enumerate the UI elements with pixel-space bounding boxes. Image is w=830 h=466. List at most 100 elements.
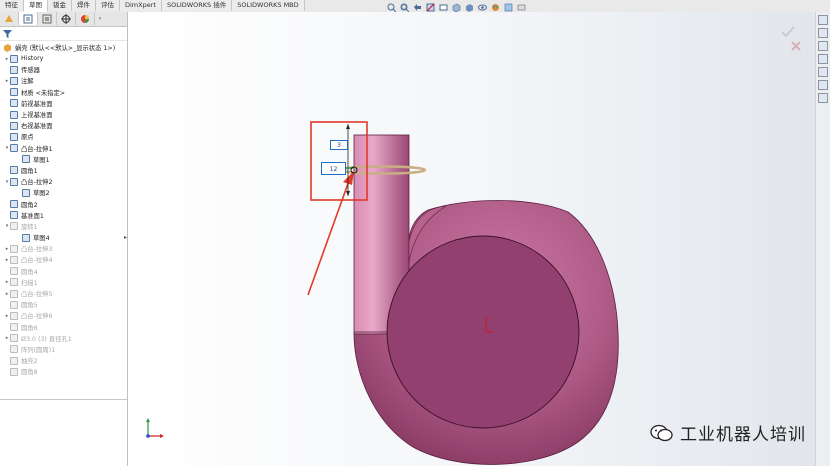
apply-scene-icon[interactable] (504, 3, 513, 12)
feature-icon (10, 144, 18, 153)
featuremanager-tab[interactable] (0, 12, 19, 25)
reference-triad-icon (142, 416, 168, 444)
hide-show-icon[interactable] (478, 3, 487, 12)
command-tab[interactable]: SOLIDWORKS 插件 (161, 0, 233, 11)
tree-item[interactable]: 圆角1 (0, 165, 127, 176)
tree-item[interactable]: ▸ 凸台-拉伸4 (0, 254, 127, 265)
displaymanager-tab[interactable] (76, 12, 95, 25)
feature-icon (10, 323, 18, 332)
view-palette-icon[interactable] (818, 54, 828, 64)
feature-icon (10, 110, 18, 119)
view-settings-icon[interactable] (517, 3, 526, 12)
design-library-icon[interactable] (818, 28, 828, 38)
tree-item-label: 扫描1 (21, 279, 38, 287)
part-icon (4, 43, 11, 52)
feature-icon (10, 65, 18, 74)
feature-icon (10, 267, 18, 276)
propertymanager-tab[interactable] (19, 12, 38, 25)
tree-item-label: 草图2 (33, 190, 50, 198)
tree-item[interactable]: 圆角8 (0, 366, 127, 377)
tree-item[interactable]: 圆角4 (0, 266, 127, 277)
command-tabs: 特征 草图 钣金 焊件 评估 DimXpert SOLIDWORKS 插件 SOLIDWORK… (0, 0, 305, 12)
feature-icon (10, 88, 18, 97)
tree-item[interactable]: 上视基准面 (0, 109, 127, 120)
tree-item-label: 凸台-拉伸5 (21, 291, 53, 299)
zoom-area-icon[interactable] (400, 3, 410, 13)
tree-item[interactable]: 阵列(圆周)1 (0, 344, 127, 355)
configurationmanager-tab[interactable] (38, 12, 57, 25)
command-tab[interactable]: 特征 (0, 0, 24, 11)
tree-item[interactable]: 抽壳2 (0, 355, 127, 366)
inlet-face[interactable] (386, 235, 580, 429)
tree-item[interactable]: 材质 <未指定> (0, 87, 127, 98)
solidworks-forum-icon[interactable] (818, 93, 828, 103)
tree-item[interactable]: ▸ Ø3.0 (3) 直径孔1 (0, 333, 127, 344)
tree-item[interactable]: 草图4 (0, 232, 127, 243)
tree-item-label: 凸台-拉伸6 (21, 313, 53, 321)
tree-item[interactable]: ▸ 凸台-拉伸6 (0, 310, 127, 321)
tree-item-label: 圆角5 (21, 302, 38, 310)
dimxpertmanager-tab[interactable] (57, 12, 76, 25)
confirmation-corner[interactable] (778, 24, 806, 52)
tree-item[interactable]: ▸ 注解 (0, 75, 127, 86)
command-tab[interactable]: 草图 (24, 0, 48, 12)
tree-item[interactable]: 草图1 (0, 154, 127, 165)
tree-item-label: 基准面1 (21, 212, 44, 220)
tree-item[interactable]: 圆角2 (0, 198, 127, 209)
solidworks-resources-icon[interactable] (818, 15, 828, 25)
tree-item[interactable]: ▾ 凸台-拉伸2 (0, 176, 127, 187)
dimension-upper[interactable]: 3 (330, 140, 348, 150)
view-orientation-icon[interactable] (452, 3, 461, 13)
model-canvas[interactable] (128, 12, 816, 466)
tree-item[interactable]: 草图2 (0, 187, 127, 198)
filter-icon[interactable] (3, 29, 12, 38)
previous-view-icon[interactable] (413, 3, 422, 12)
tree-item[interactable]: ▸ 凸台-拉伸5 (0, 288, 127, 299)
tree-item[interactable]: 圆角5 (0, 299, 127, 310)
feature-icon (10, 76, 18, 85)
feature-icon (10, 356, 18, 365)
tree-item-label: 抽壳2 (21, 358, 38, 366)
edit-appearance-icon[interactable] (491, 3, 500, 12)
tree-root-label: 蜗壳 (默认<<默认>_显示状态 1>) (15, 44, 116, 52)
tree-item[interactable]: 圆角6 (0, 322, 127, 333)
panel-splitter[interactable] (0, 399, 127, 400)
feature-icon (10, 200, 18, 209)
custom-properties-icon[interactable] (818, 80, 828, 90)
file-explorer-icon[interactable] (818, 41, 828, 51)
section-view-icon[interactable] (426, 3, 435, 12)
wechat-logo-icon (650, 424, 673, 441)
callout-arrow (307, 171, 354, 296)
tree-item[interactable]: 前视基准面 (0, 98, 127, 109)
feature-icon (10, 367, 18, 376)
tree-item[interactable]: ▸ History (0, 53, 127, 64)
appearances-icon[interactable] (818, 67, 828, 77)
tree-item[interactable]: 右视基准面 (0, 120, 127, 131)
tree-item[interactable]: ▾ 凸台-拉伸1 (0, 143, 127, 154)
tree-item[interactable]: 基准面1 (0, 210, 127, 221)
panel-collapse-arrow[interactable]: ▸ (124, 234, 127, 241)
tree-item-label: 材质 <未指定> (21, 89, 66, 97)
command-tab[interactable]: DimXpert (120, 0, 162, 11)
feature-icon (22, 155, 30, 164)
dimension-lower[interactable]: 12 (321, 162, 346, 175)
zoom-to-fit-icon[interactable] (387, 3, 397, 13)
tree-item[interactable]: ▸ 凸台-拉伸3 (0, 243, 127, 254)
command-tab[interactable]: 钣金 (48, 0, 72, 11)
graphics-area[interactable]: 3 12 (128, 12, 816, 466)
display-style-icon[interactable] (465, 3, 474, 12)
command-tab[interactable]: 焊件 (72, 0, 96, 11)
feature-tree: ▸ History 传感器 ▸ 注解 材质 <未指定> 前视基准面 上视基准面 右视基准面 原点 ▾… (0, 53, 127, 377)
tree-item-label: 注解 (21, 78, 34, 86)
filter-row[interactable] (0, 27, 127, 41)
tree-item-label: 原点 (21, 134, 34, 142)
tree-item[interactable]: 传感器 (0, 64, 127, 75)
dynamic-annotation-icon[interactable] (439, 3, 448, 12)
command-tab[interactable]: SOLIDWORKS MBD (232, 0, 305, 11)
tree-item[interactable]: ▾ 旋转1 (0, 221, 127, 232)
panel-expand-arrow[interactable]: › (95, 12, 105, 25)
tree-root[interactable]: 蜗壳 (默认<<默认>_显示状态 1>) (0, 41, 127, 53)
tree-item[interactable]: 原点 (0, 131, 127, 142)
command-tab[interactable]: 评估 (96, 0, 120, 11)
tree-item[interactable]: ▸ 扫描1 (0, 277, 127, 288)
